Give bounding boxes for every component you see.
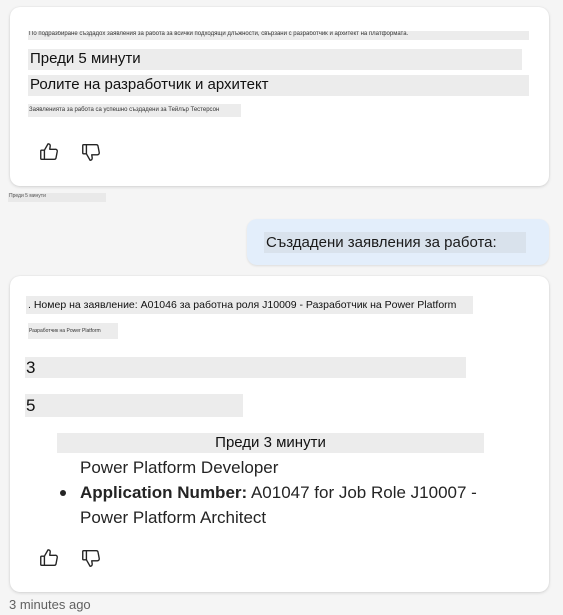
application-line: . Номер на заявление: A01046 за работна … [26,296,473,314]
message-timestamp: Преди 5 минути [8,193,106,202]
thumbs-down-icon [82,143,100,161]
message-fine-print: По подразбиране създадох заявления за ра… [28,31,529,40]
application-number-value: A01047 for Job Role J10007 - [247,483,477,502]
list-number: 5 [25,394,243,417]
thumbs-up-icon [40,143,58,161]
bullet-dot [60,490,66,496]
message-timestamp: 3 minutes ago [9,597,91,612]
list-item-continued: Power Platform Architect [80,508,267,527]
assistant-message-card-2: . Номер на заявление: A01046 за работна … [10,276,549,592]
status-line: Заявленията за работа са успешно създаде… [28,104,241,117]
like-button[interactable] [35,138,63,166]
list-item-continued: Power Platform Developer [80,458,279,477]
dislike-button[interactable] [77,138,105,166]
thumbs-down-icon [82,549,100,567]
thumbs-up-icon [40,549,58,567]
like-button[interactable] [35,544,63,572]
application-number-label: Application Number: [80,483,248,502]
user-message-text: Създадени заявления за работа: [264,232,526,253]
dislike-button[interactable] [77,544,105,572]
roles-heading: Ролите на разработчик и архитект [28,75,529,96]
message-time-label: Преди 5 минути [28,49,522,70]
assistant-message-card-1: По подразбиране създадох заявления за ра… [10,7,549,186]
user-message-bubble: Създадени заявления за работа: [247,219,549,265]
list-number: 3 [25,357,466,378]
message-fine-print: Разработчик на Power Platform [28,323,118,339]
message-time-label: Преди 3 минути [57,433,484,453]
list-item: Application Number: A01047 for Job Role … [80,480,477,505]
